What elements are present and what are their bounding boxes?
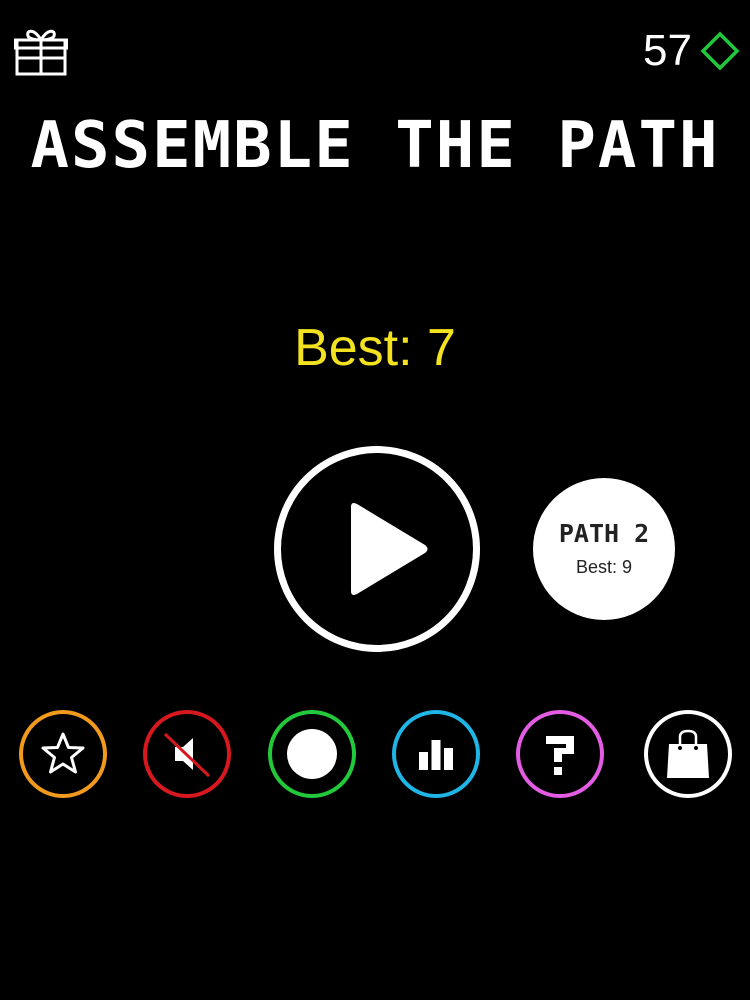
gift-button[interactable]: [13, 24, 69, 78]
help-button[interactable]: [516, 710, 604, 798]
circle-icon: [287, 729, 337, 779]
rate-button[interactable]: [19, 710, 107, 798]
leaderboard-button[interactable]: [392, 710, 480, 798]
gift-icon: [13, 29, 69, 76]
leaderboard-icon: [419, 740, 453, 770]
game-title: ASSEMBLE THE PATH: [30, 109, 720, 183]
shopping-bag-icon: [667, 729, 709, 778]
path-select-button[interactable]: PATH 2 Best: 9: [533, 478, 675, 620]
diamond-icon: [700, 31, 740, 71]
play-icon: [351, 503, 428, 595]
skin-button[interactable]: [268, 710, 356, 798]
gem-counter: 57: [643, 24, 740, 78]
star-icon: [41, 732, 85, 774]
path-best-score: Best: 9: [575, 557, 633, 577]
path-name: PATH 2: [558, 519, 650, 548]
shop-button[interactable]: [644, 710, 732, 798]
help-icon: [546, 736, 574, 775]
best-score: Best: 7: [294, 319, 456, 377]
play-button[interactable]: [274, 446, 480, 652]
sound-muted-icon: [163, 732, 211, 778]
sound-toggle-button[interactable]: [143, 710, 231, 798]
gem-count: 57: [643, 26, 692, 75]
